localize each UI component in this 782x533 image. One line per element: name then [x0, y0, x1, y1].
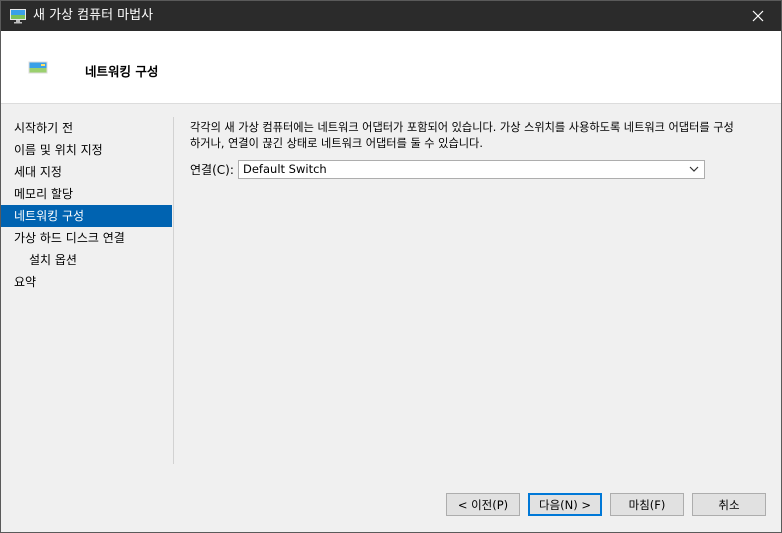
window-title: 새 가상 컴퓨터 마법사: [33, 8, 154, 23]
description-line: 각각의 새 가상 컴퓨터에는 네트워크 어댑터가 포함되어 있습니다. 가상 스…: [190, 121, 734, 134]
sidebar-step[interactable]: 시작하기 전: [1, 117, 172, 139]
description: 각각의 새 가상 컴퓨터에는 네트워크 어댑터가 포함되어 있습니다. 가상 스…: [190, 120, 772, 152]
sidebar-step[interactable]: 메모리 할당: [1, 183, 172, 205]
description-line: 하거나, 연결이 끊긴 상태로 네트워크 어댑터를 둘 수 있습니다.: [190, 137, 483, 150]
monitor-icon: [10, 9, 26, 24]
close-button[interactable]: [735, 1, 781, 31]
wizard-steps: 시작하기 전 이름 및 위치 지정 세대 지정 메모리 할당 네트워킹 구성 가상 하드 …: [1, 117, 172, 293]
sidebar-step[interactable]: 가상 하드 디스크 연결: [1, 227, 172, 249]
divider: [173, 117, 174, 464]
previous-button[interactable]: < 이전(P): [446, 493, 520, 516]
sidebar-step[interactable]: 네트워킹 구성: [1, 205, 172, 227]
connection-value: Default Switch: [243, 162, 327, 176]
connection-label: 연결(C):: [190, 163, 234, 177]
sidebar-step[interactable]: 이름 및 위치 지정: [1, 139, 172, 161]
sidebar-step[interactable]: 요약: [1, 271, 172, 293]
sidebar-step[interactable]: 세대 지정: [1, 161, 172, 183]
title-bar[interactable]: 새 가상 컴퓨터 마법사: [1, 1, 781, 31]
content-pane: 각각의 새 가상 컴퓨터에는 네트워크 어댑터가 포함되어 있습니다. 가상 스…: [190, 120, 772, 179]
finish-button[interactable]: 마침(F): [610, 493, 684, 516]
cancel-button[interactable]: 취소: [692, 493, 766, 516]
chevron-down-icon: [689, 166, 699, 172]
page-title: 네트워킹 구성: [85, 64, 159, 79]
connection-dropdown[interactable]: Default Switch: [238, 160, 705, 179]
next-button[interactable]: 다음(N) >: [528, 493, 602, 516]
close-icon: [752, 10, 764, 22]
wizard-header: 네트워킹 구성: [1, 31, 781, 104]
monitor-icon: [28, 61, 48, 74]
sidebar-step[interactable]: 설치 옵션: [1, 249, 172, 271]
wizard-window: 새 가상 컴퓨터 마법사 네트워킹 구성 시작하기 전 이름 및 위치 지정 세대 …: [0, 0, 782, 533]
